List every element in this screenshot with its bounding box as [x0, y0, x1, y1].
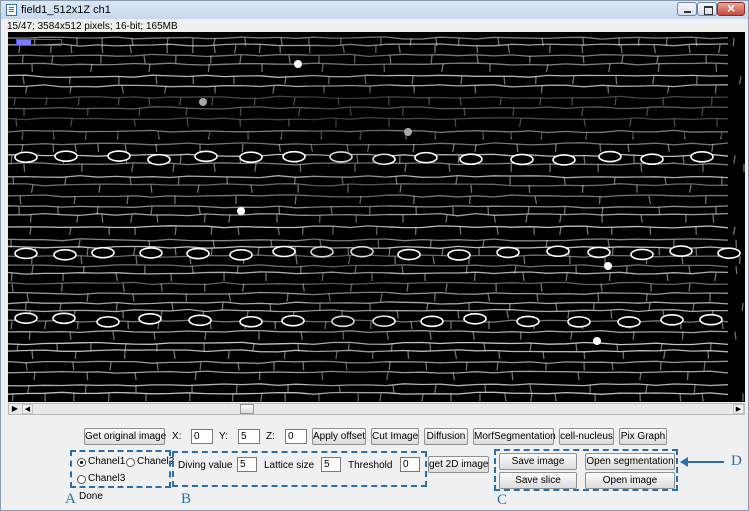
annotation-arrow-head — [680, 457, 688, 467]
slice-slider[interactable]: ▶ ◀ ▶ — [8, 403, 745, 415]
annotation-label-d: D — [731, 453, 742, 469]
annotation-box-a — [70, 450, 171, 488]
get-original-image-button[interactable]: Get original image — [84, 428, 166, 445]
morf-segmentation-button[interactable]: MorfSegmentation — [473, 428, 556, 445]
title-bar: field1_512x1Z ch1 — [1, 0, 748, 19]
annotation-arrow-line — [684, 461, 724, 463]
status-text: Done — [79, 491, 103, 502]
close-button[interactable] — [717, 0, 745, 16]
window-title: field1_512x1Z ch1 — [21, 4, 111, 16]
y-field[interactable] — [238, 429, 260, 444]
annotation-box-c — [494, 449, 678, 491]
annotation-box-b — [172, 451, 427, 487]
z-label: Z: — [266, 431, 275, 442]
microscopy-image[interactable] — [8, 32, 745, 402]
get-2d-image-button[interactable]: get 2D image — [428, 456, 489, 473]
diffusion-button[interactable]: Diffusion — [424, 428, 468, 445]
play-icon[interactable]: ▶ — [9, 404, 21, 414]
annotation-label-b: B — [181, 491, 192, 507]
slider-left-arrow[interactable]: ◀ — [22, 404, 33, 414]
maximize-button[interactable] — [697, 2, 717, 16]
selection-indicator — [16, 39, 62, 46]
image-info: 15/47; 3584x512 pixels; 16-bit; 165MB — [7, 21, 178, 32]
y-label: Y: — [219, 431, 228, 442]
annotation-label-a: A — [65, 491, 76, 507]
pix-graph-button[interactable]: Pix Graph — [619, 428, 667, 445]
slider-right-arrow[interactable]: ▶ — [733, 404, 744, 414]
cut-image-button[interactable]: Cut Image — [371, 428, 419, 445]
cell-nucleus-button[interactable]: cell-nucleus — [559, 428, 614, 445]
x-field[interactable] — [191, 429, 213, 444]
slider-thumb[interactable] — [240, 404, 254, 414]
window-icon — [6, 4, 17, 16]
imagej-window: field1_512x1Z ch1 15/47; 3584x512 pixels… — [0, 0, 749, 511]
minimize-button[interactable] — [677, 2, 697, 16]
z-field[interactable] — [285, 429, 307, 444]
x-label: X: — [172, 431, 182, 442]
cell-image — [8, 32, 745, 402]
annotation-label-c: C — [497, 492, 508, 508]
apply-offset-button[interactable]: Apply offset — [312, 428, 366, 445]
